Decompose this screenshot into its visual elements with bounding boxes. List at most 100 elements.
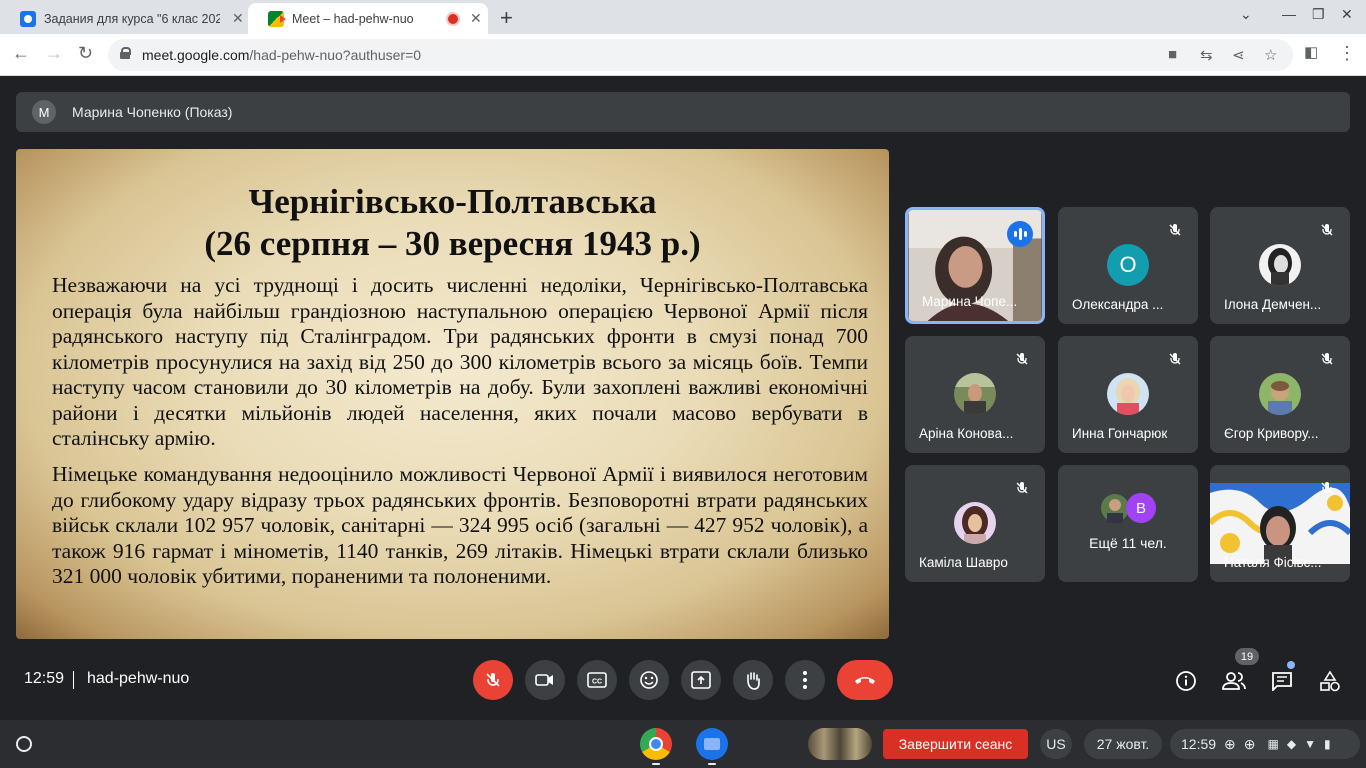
camera-icon[interactable]: ■	[1168, 46, 1177, 63]
bookmark-star-icon[interactable]: ☆	[1264, 46, 1277, 64]
slide-paragraph: Німецьке командування недооцінило можлив…	[52, 462, 868, 588]
participant-avatar: О	[1107, 244, 1149, 286]
address-bar[interactable]: meet.google.com/had-pehw-nuo?authuser=0 …	[108, 39, 1293, 71]
close-tab-icon[interactable]: ✕	[470, 10, 482, 27]
url-text: meet.google.com/had-pehw-nuo?authuser=0	[142, 47, 422, 63]
tab-meet[interactable]: Meet – had-pehw-nuo ✕	[248, 3, 488, 34]
participant-name: Єгор Кривору...	[1224, 426, 1319, 441]
participant-avatar: B	[1126, 493, 1156, 523]
status-tray[interactable]: 12:59 ⊕ ⊕ ▦ ◆ ▼ ▮	[1170, 729, 1360, 759]
close-tab-icon[interactable]: ✕	[232, 10, 244, 27]
add-circle-icon: ⊕	[1224, 735, 1236, 752]
back-button[interactable]: ←	[12, 43, 30, 64]
battery-icon: ▮	[1323, 737, 1331, 751]
presenter-bar: M Марина Чопенко (Показ)	[16, 92, 1350, 132]
presenter-label: Марина Чопенко (Показ)	[72, 104, 233, 120]
os-shelf: Завершити сеанс US 27 жовт. 12:59 ⊕ ⊕ ▦ …	[0, 720, 1366, 768]
recording-icon	[448, 13, 458, 24]
mic-off-icon	[1162, 217, 1188, 243]
more-participants-tile[interactable]: B Ещё 11 чел.	[1058, 465, 1198, 582]
participant-tile[interactable]: Каміла Шавро	[905, 465, 1045, 582]
participant-tile[interactable]: Ілона Демчен...	[1210, 207, 1350, 324]
participant-avatar	[954, 502, 996, 544]
reload-button[interactable]: ↻	[78, 43, 93, 64]
launcher-icon[interactable]	[16, 736, 32, 752]
participant-name: Каміла Шавро	[919, 555, 1008, 570]
closed-captions-icon: CC	[587, 672, 607, 688]
mic-off-icon	[1009, 475, 1035, 501]
participant-tile[interactable]: Инна Гончарюк	[1058, 336, 1198, 453]
tab-search-icon[interactable]: ⌄	[1240, 6, 1252, 23]
forward-button[interactable]: →	[45, 43, 63, 64]
participant-name: Наталя Фісівс...	[1224, 555, 1322, 570]
participant-tile[interactable]: Наталя Фісівс...	[1210, 465, 1350, 582]
hang-up-icon	[855, 677, 875, 684]
more-participants-label: Ещё 11 чел.	[1089, 535, 1167, 551]
present-screen-icon	[691, 671, 711, 689]
window-preview-thumbnail[interactable]	[808, 728, 872, 760]
leave-call-button[interactable]	[837, 660, 893, 700]
enterprise-icon: ▦	[1267, 737, 1279, 751]
people-button[interactable]	[1222, 669, 1246, 693]
tab-title: Meet – had-pehw-nuo	[292, 11, 414, 26]
participant-tile[interactable]: Єгор Кривору...	[1210, 336, 1350, 453]
participant-name: Марина Чопе...	[922, 294, 1018, 309]
tab-classroom[interactable]: Задания для курса "6 клас 202 ✕	[0, 3, 248, 34]
running-indicator	[708, 763, 716, 765]
activities-button[interactable]	[1318, 669, 1342, 693]
camera-toggle-button[interactable]	[525, 660, 565, 700]
meeting-details-button[interactable]	[1174, 669, 1198, 693]
end-session-button[interactable]: Завершити сеанс	[883, 729, 1028, 759]
menu-icon[interactable]: ⋮	[1338, 43, 1356, 64]
participant-name: Олександра ...	[1072, 297, 1164, 312]
speaking-indicator-icon	[1007, 221, 1033, 247]
files-icon[interactable]	[696, 728, 728, 760]
classroom-icon	[20, 10, 36, 27]
mic-off-icon	[1314, 475, 1340, 501]
meet-stage: M Марина Чопенко (Показ) Чернігівсько-По…	[0, 76, 1366, 720]
keyboard-layout-button[interactable]: US	[1040, 729, 1072, 759]
raise-hand-button[interactable]	[733, 660, 773, 700]
mic-toggle-button[interactable]	[473, 660, 513, 700]
mic-off-icon	[1314, 217, 1340, 243]
participant-avatar	[1107, 373, 1149, 415]
presentation-slide: Чернігівсько-Полтавська (26 серпня – 30 …	[16, 149, 889, 639]
mic-off-icon	[1009, 346, 1035, 372]
participant-avatar	[954, 373, 996, 415]
minimize-button[interactable]: —	[1282, 6, 1296, 22]
meet-icon	[268, 10, 286, 27]
mic-off-icon	[1314, 346, 1340, 372]
lock-icon[interactable]	[120, 47, 131, 59]
mic-off-icon	[486, 673, 500, 687]
participant-tile[interactable]: О Олександра ...	[1058, 207, 1198, 324]
more-options-button[interactable]	[785, 660, 825, 700]
chat-button[interactable]	[1270, 669, 1294, 693]
add-circle-icon: ⊕	[1243, 735, 1256, 752]
translate-icon[interactable]: ⇆	[1200, 46, 1213, 64]
chat-icon	[1272, 672, 1292, 691]
side-panel-icon[interactable]: ◧	[1304, 43, 1318, 61]
reactions-button[interactable]	[629, 660, 669, 700]
participant-name: Инна Гончарюк	[1072, 426, 1168, 441]
captions-button[interactable]: CC	[577, 660, 617, 700]
new-tab-button[interactable]: +	[500, 5, 513, 31]
participant-tile[interactable]: Марина Чопе...	[905, 207, 1045, 324]
share-icon[interactable]: ⋖	[1232, 46, 1245, 64]
presenter-avatar: M	[32, 100, 56, 124]
tab-strip: Задания для курса "6 клас 202 ✕ Meet – h…	[0, 0, 1366, 34]
people-count-badge: 19	[1235, 648, 1259, 665]
running-indicator	[652, 763, 660, 765]
shapes-icon	[1320, 670, 1340, 692]
restore-button[interactable]: ❐	[1312, 6, 1325, 23]
participant-name: Аріна Конова...	[919, 426, 1014, 441]
people-icon	[1222, 672, 1246, 690]
participant-avatar	[1259, 244, 1301, 286]
participant-tile[interactable]: Аріна Конова...	[905, 336, 1045, 453]
raise-hand-icon	[747, 672, 760, 690]
date-button[interactable]: 27 жовт.	[1084, 729, 1162, 759]
video-camera-icon	[535, 674, 553, 686]
slide-title: Чернігівсько-Полтавська (26 серпня – 30 …	[204, 182, 701, 263]
present-button[interactable]	[681, 660, 721, 700]
close-window-button[interactable]: ✕	[1341, 6, 1353, 23]
chrome-icon[interactable]	[640, 728, 672, 760]
